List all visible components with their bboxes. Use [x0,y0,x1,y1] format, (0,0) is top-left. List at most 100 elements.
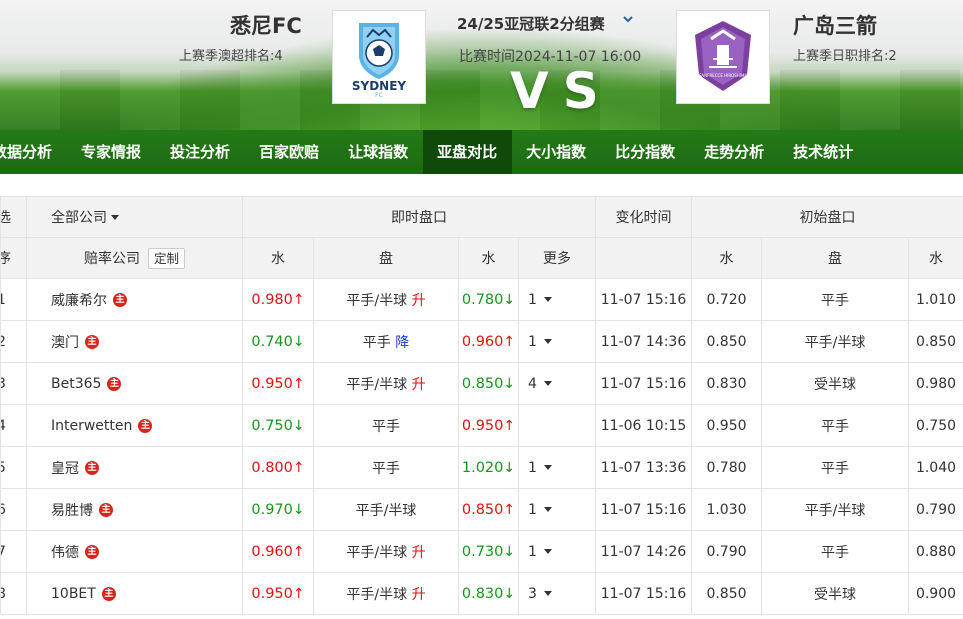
company-name[interactable]: Interwetten [51,418,132,434]
table-row[interactable]: 5 皇冠主 0.800↑ 平手 1.020↓ 1 11-07 13:36 0.7… [0,446,963,489]
table-row[interactable]: 6 易胜博主 0.970↓ 平手/半球 0.850↑ 1 11-07 15:16… [0,488,963,531]
league-name[interactable]: 24/25亚冠联2分组赛 [457,13,605,34]
more-header: 更多 [518,237,596,279]
tab-6[interactable]: 大小指数 [512,130,601,174]
more-dropdown[interactable]: 1 [518,278,596,321]
more-dropdown[interactable]: 1 [518,320,596,363]
initial-away-water: 0.980 [908,362,963,405]
company-name[interactable]: 10BET [51,586,96,602]
live-odds-header: 即时盘口 [242,196,596,238]
table-row[interactable]: 8 10BET 主 0.950↑ 平手/半球 升 0.830↓ 3 11-07 1… [0,572,963,615]
table-row[interactable]: 7 伟德主 0.960↑ 平手/半球 升 0.730↓ 1 11-07 14:2… [0,530,963,573]
home-team-name[interactable]: 悉尼FC [230,10,302,40]
live-handicap[interactable]: 平手/半球 升 [313,572,459,615]
live-handicap[interactable]: 平手/半球 升 [313,530,459,573]
customize-button[interactable]: 定制 [147,247,185,269]
live-home-water: 0.800↑ [242,446,314,489]
company-cell[interactable]: 澳门主 [26,320,243,363]
table-row[interactable]: 1 威廉希尔主 0.980↑ 平手/半球 升 0.780↓ 1 11-07 15… [0,278,963,321]
tab-0[interactable]: 数据分析 [0,130,67,174]
more-dropdown[interactable]: 1 [518,530,596,573]
live-away-water: 0.950↑ [458,404,519,447]
down-arrow-icon: ↓ [292,501,305,518]
company-cell[interactable]: 10BET 主 [26,572,243,615]
tab-5[interactable]: 亚盘对比 [422,130,512,174]
company-header: 赔率公司 定制 [26,237,243,279]
initial-away-water: 0.880 [908,530,963,573]
down-arrow-icon: ↓ [503,291,516,308]
company-cell[interactable]: 皇冠主 [26,446,243,489]
row-index: 1 [0,278,27,321]
tab-9[interactable]: 技术统计 [779,130,868,174]
company-cell[interactable]: 伟德主 [26,530,243,573]
company-cell[interactable]: Interwetten 主 [26,404,243,447]
all-companies-dropdown[interactable]: 全部公司 [26,196,243,238]
table-row[interactable]: 4 Interwetten主 0.750↓ 平手 0.950↑ 11-06 10… [0,404,963,447]
more-dropdown[interactable]: 3 [518,572,596,615]
live-handicap[interactable]: 平手 [313,404,459,447]
home-team-logo[interactable]: SYDNEY FC [332,10,426,104]
tab-7[interactable]: 比分指数 [601,130,690,174]
live-handicap[interactable]: 平手 降 [313,320,459,363]
more-dropdown[interactable]: 1 [518,446,596,489]
tab-4[interactable]: 让球指数 [334,130,423,174]
home-badge-icon: 主 [138,418,153,433]
initial-home-water: 0.780 [691,446,762,489]
select-header: 选 [0,196,27,238]
row-index: 7 [0,530,27,573]
tab-2[interactable]: 投注分析 [156,130,245,174]
company-name[interactable]: 威廉希尔 [51,290,107,310]
live-handicap[interactable]: 平手/半球 升 [313,278,459,321]
tab-1[interactable]: 专家情报 [67,130,156,174]
initial-away-water: 0.850 [908,320,963,363]
change-time-header: 变化时间 [595,196,692,238]
handicap-change: 升 [411,376,426,393]
away-team-name[interactable]: 广岛三箭 [793,10,877,40]
down-arrow-icon: ↓ [503,543,516,560]
live-handicap[interactable]: 平手/半球 [313,488,459,531]
up-arrow-icon: ↑ [292,543,305,560]
tab-3[interactable]: 百家欧赔 [245,130,334,174]
change-time: 11-07 15:16 [595,488,692,531]
match-header: 悉尼FC 上赛季澳超排名:4 SYDNEY FC 24/25亚冠联2分组赛 比赛… [0,0,963,130]
company-name[interactable]: Bet365 [51,376,101,392]
live-away-water: 0.780↓ [458,278,519,321]
live-handicap[interactable]: 平手 [313,446,459,489]
asian-handicap-table-container: 选 全部公司 即时盘口 变化时间 初始盘口 序 赔率公司定制 水 盘 水 更多 … [0,196,963,615]
table-row[interactable]: 3 Bet365 主 0.950↑ 平手/半球 升 0.850↓ 4 11-07 … [0,362,963,405]
dropdown-triangle-icon [543,465,552,470]
initial-away-water-header: 水 [908,237,963,279]
handicap-change: 升 [411,586,426,603]
company-name[interactable]: 皇冠 [51,458,79,478]
live-home-water: 0.740↓ [242,320,314,363]
company-cell[interactable]: Bet365 主 [26,362,243,405]
initial-home-water: 1.030 [691,488,762,531]
svg-text:FC: FC [375,92,383,99]
more-count: 4 [528,375,537,392]
away-team-rank: 上赛季日职排名:2 [793,49,897,64]
handicap-change: 降 [395,334,410,351]
table-row[interactable]: 2 澳门主 0.740↓ 平手 降 0.960↑ 1 11-07 14:36 0… [0,320,963,363]
company-cell[interactable]: 易胜博主 [26,488,243,531]
company-name[interactable]: 伟德 [51,542,79,562]
more-dropdown[interactable]: 1 [518,488,596,531]
handicap-change: 升 [411,544,426,561]
chevron-down-icon[interactable] [622,13,634,28]
company-name[interactable]: 易胜博 [51,500,93,520]
initial-home-water: 0.850 [691,572,762,615]
initial-handicap: 平手 [761,446,909,489]
company-cell[interactable]: 威廉希尔主 [26,278,243,321]
sanfrecce-crest-icon: SANFRECCE HIROSHIMA [695,21,751,91]
initial-handicap: 受半球 [761,362,909,405]
away-team-logo[interactable]: SANFRECCE HIROSHIMA [676,10,770,104]
change-time: 11-07 13:36 [595,446,692,489]
initial-away-water: 0.750 [908,404,963,447]
more-dropdown[interactable]: 4 [518,362,596,405]
tab-8[interactable]: 走势分析 [690,130,779,174]
down-arrow-icon: ↓ [503,459,516,476]
more-dropdown[interactable] [518,404,596,447]
dropdown-triangle-icon [543,339,552,344]
live-handicap[interactable]: 平手/半球 升 [313,362,459,405]
dropdown-triangle-icon [543,297,552,302]
company-name[interactable]: 澳门 [51,332,79,352]
